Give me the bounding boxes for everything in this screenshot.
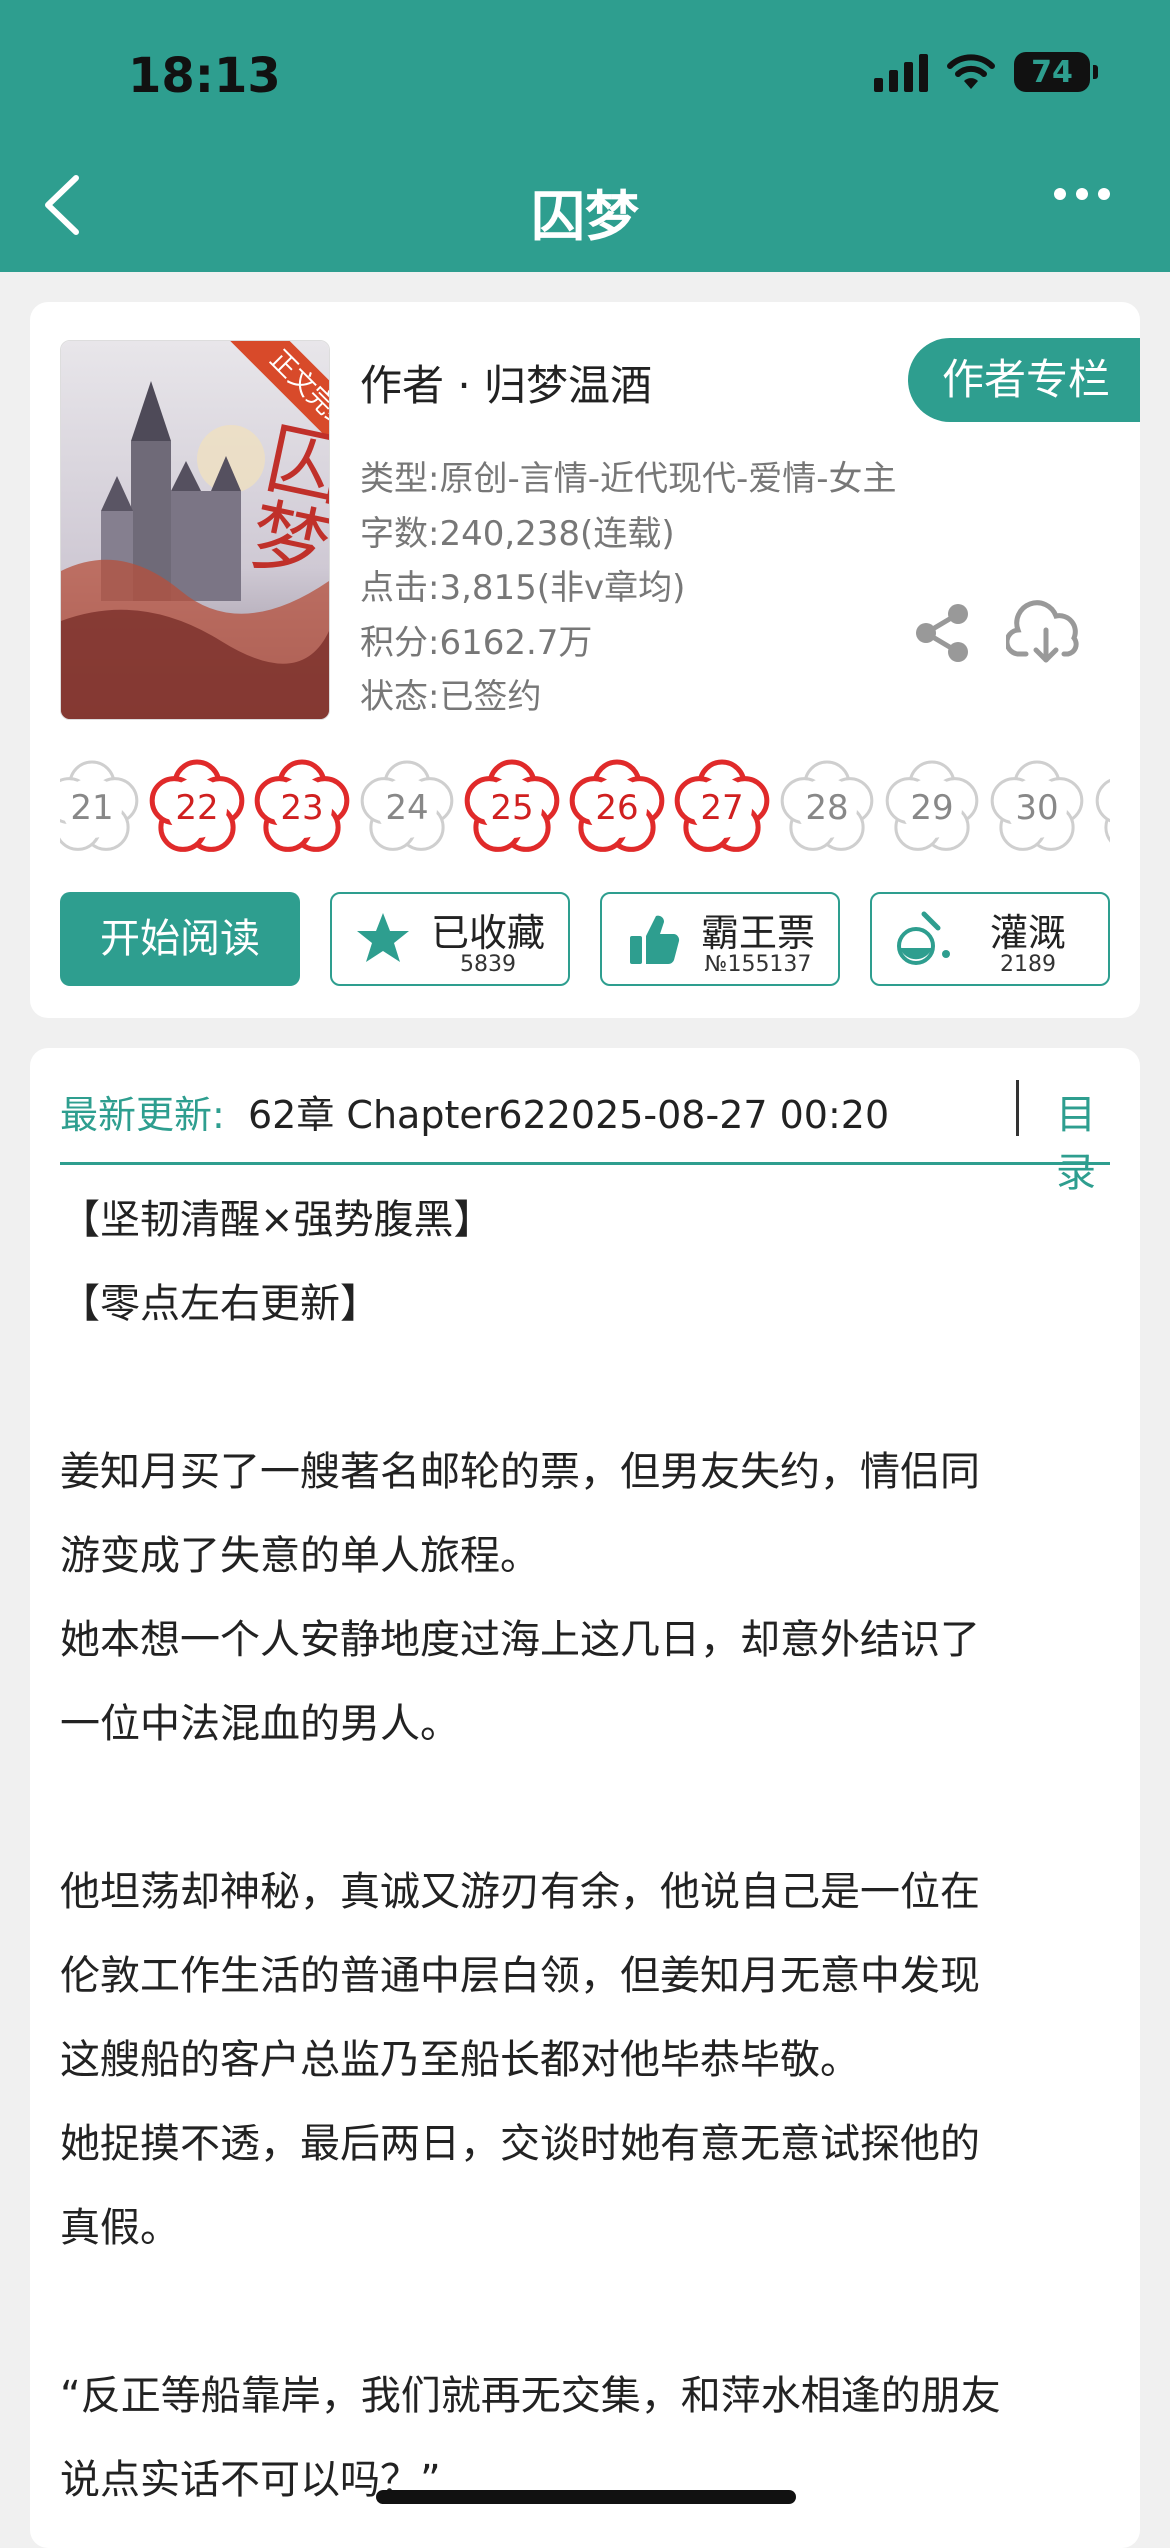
description-line: 游变成了失意的单人旅程。 [60,1533,540,1579]
chapter-number: 22 [175,788,219,828]
flask-icon [897,911,950,965]
star-icon [357,913,409,962]
flower-icon [1095,778,1110,843]
page-title: 囚梦 [531,185,639,248]
chapter-flower[interactable]: 27 [672,758,772,858]
collect-label: 已收藏 [430,911,545,955]
battery-icon: 74 [1014,52,1098,92]
more-menu-button[interactable] [1054,188,1110,200]
irrigation-button[interactable]: 灌溉 2189 [870,892,1110,986]
description-line: 【坚韧清醒×强势腹黑】 [60,1197,494,1243]
bawang-ticket-button[interactable]: 霸王票 №155137 [600,892,840,986]
book-clicks: 点击:3,815(非v章均) [360,568,686,608]
latest-update-row[interactable]: 最新更新: 62章 Chapter622025-08-27 00:20 目录 [60,1078,1110,1196]
status-icons: 74 [874,52,1098,92]
chapter-flower[interactable]: 25 [462,758,562,858]
chapter-flower[interactable]: 28 [777,758,877,858]
chapter-number: 25 [490,788,534,828]
chapter-flower[interactable]: 29 [882,758,982,858]
book-meta: 类型:原创-言情-近代现代-爱情-女主 字数:240,238(连载) 点击:3,… [360,452,897,725]
author-name[interactable]: 作者 · 归梦温酒 [360,352,652,413]
collect-count: 5839 [460,952,516,977]
chapter-number: 26 [595,788,639,828]
app-header: 18:13 74 囚梦 [0,0,1170,272]
home-indicator [376,2490,796,2504]
chapter-number: 24 [385,788,429,828]
collect-button[interactable]: 已收藏 5839 [330,892,570,986]
book-info-card: 正文完结 囚梦 作者 · 归梦温酒 作者专栏 类型:原创-言情-近代现代-爱情-… [30,302,1140,1018]
chapter-flower[interactable]: 23 [252,758,352,858]
chapter-flower[interactable]: 24 [357,758,457,858]
description-line [60,2270,1120,2354]
book-description: 【坚韧清醒×强势腹黑】 【零点左右更新】 姜知月买了一艘著名邮轮的票，但男友失约… [60,1178,1120,2522]
chapter-flower[interactable]: 21 [60,758,142,858]
description-line: 说点实话不可以吗？” [60,2457,441,2503]
chapter-flower[interactable]: 26 [567,758,667,858]
description-line: 他坦荡却神秘，真诚又游刃有余，他说自己是一位在 [60,1869,980,1915]
description-line: 她本想一个人安静地度过海上这几日，却意外结识了 [60,1617,980,1663]
description-line: “反正等船靠岸，我们就再无交集，和萍水相逢的朋友 [60,2373,1001,2419]
description-line [60,1346,1120,1430]
author-column-button[interactable]: 作者专栏 [907,338,1140,422]
book-cover[interactable]: 正文完结 囚梦 [60,340,330,720]
description-line: 一位中法混血的男人。 [60,1701,460,1747]
chapter-number: 29 [910,788,954,828]
chapter-number: 30 [1015,788,1059,828]
chapter-flower-strip[interactable]: 21 22 23 24 25 26 27 28 29 30 [60,758,1110,862]
status-time: 18:13 [128,48,281,104]
description-line: 真假。 [60,2205,180,2251]
download-cloud-icon[interactable] [1006,598,1086,668]
book-words: 字数:240,238(连载) [360,513,675,554]
wifi-icon [947,54,995,89]
chapter-flower[interactable]: 22 [147,758,247,858]
section-divider [60,1162,1110,1165]
description-line: 【零点左右更新】 [60,1281,380,1327]
chapter-flower-partial[interactable] [1092,758,1110,858]
latest-update-text[interactable]: 62章 Chapter622025-08-27 00:20 [248,1084,889,1139]
thumbs-up-icon [630,915,680,965]
chapter-flower[interactable]: 30 [987,758,1087,858]
irrigation-label: 灌溉 [989,911,1066,955]
chapter-number: 27 [700,788,744,828]
book-score: 积分:6162.7万 [360,622,593,663]
description-line: 伦敦工作生活的普通中层白领，但姜知月无意中发现 [60,1953,980,1999]
chapter-number: 21 [70,788,114,828]
description-line: 姜知月买了一艘著名邮轮的票，但男友失约，情侣同 [60,1449,980,1495]
description-card: 最新更新: 62章 Chapter622025-08-27 00:20 目录 【… [30,1048,1140,2548]
book-status: 状态:已签约 [360,677,542,717]
chapter-number: 28 [805,788,849,828]
signal-icon [874,52,928,92]
description-line [60,1766,1120,1850]
chapter-number: 23 [280,788,324,828]
share-icon[interactable] [910,600,976,666]
irrigation-count: 2189 [1000,952,1056,977]
start-reading-button[interactable]: 开始阅读 [60,892,300,986]
latest-update-label: 最新更新: [60,1093,225,1137]
book-type: 类型:原创-言情-近代现代-爱情-女主 [360,459,897,499]
bawang-count: №155137 [704,952,812,977]
description-line: 这艘船的客户总监乃至船长都对他毕恭毕敬。 [60,2037,860,2083]
update-divider [1016,1080,1019,1136]
bawang-label: 霸王票 [700,911,815,955]
description-line: 她捉摸不透，最后两日，交谈时她有意无意试探他的 [60,2121,980,2167]
